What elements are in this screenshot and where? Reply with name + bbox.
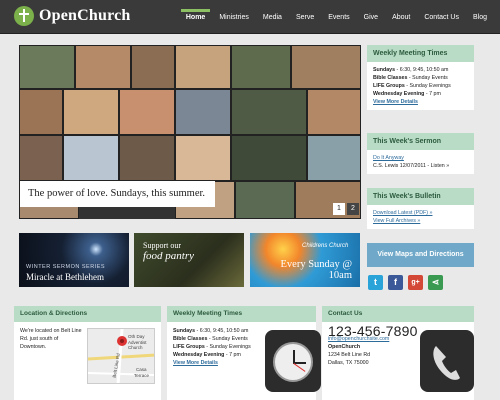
sermon-link[interactable]: Do It Anyway xyxy=(373,154,468,162)
contact-title: Contact Us xyxy=(322,306,474,322)
photo-tile xyxy=(307,89,361,135)
facebook-icon[interactable]: f xyxy=(388,275,403,290)
main-nav: Home Ministries Media Serve Events Give … xyxy=(179,0,494,34)
sidebar-bulletin: This Week's Bulletin Download Latest (PD… xyxy=(367,188,474,229)
nav-ministries[interactable]: Ministries xyxy=(212,0,256,34)
photo-tile xyxy=(63,135,119,181)
nav-home[interactable]: Home xyxy=(179,0,212,34)
photo-tile xyxy=(119,89,175,135)
nav-give[interactable]: Give xyxy=(357,0,385,34)
map-label: Oth Day xyxy=(128,334,145,339)
map-label: Adventist Church xyxy=(128,340,147,350)
promo-winter-sermon[interactable]: WINTER SERMON SERIES Miracle at Bethlehe… xyxy=(19,233,129,287)
photo-tile xyxy=(63,89,119,135)
bottom-meeting-title: Weekly Meeting Times xyxy=(167,306,316,322)
sidebar-bulletin-body: Download Latest (PDF) » View Full Archiv… xyxy=(367,205,474,229)
nav-about[interactable]: About xyxy=(385,0,417,34)
photo-tile xyxy=(175,135,231,181)
photo-tile xyxy=(231,89,307,135)
sidebar-sermon-body: Do It Anyway C.S. Lewis 12/07/2011 - Lis… xyxy=(367,150,474,174)
sidebar-sermon: This Week's Sermon Do It Anyway C.S. Lew… xyxy=(367,133,474,174)
photo-tile xyxy=(75,45,131,89)
promo-children-kicker: Childrens Church xyxy=(302,243,349,249)
promo-children-title: Every Sunday @ 10am xyxy=(280,259,353,281)
photo-tile xyxy=(175,89,231,135)
view-more-details-link[interactable]: View More Details xyxy=(373,98,468,106)
google-plus-icon[interactable]: g+ xyxy=(408,275,423,290)
clock-icon xyxy=(265,330,321,392)
sidebar-sermon-title: This Week's Sermon xyxy=(367,133,474,150)
sidebar-meeting-times: Weekly Meeting Times Sundays - 6:30, 9:4… xyxy=(367,45,474,110)
promo-winter-title: Miracle at Bethlehem xyxy=(26,272,104,282)
phone-graphic xyxy=(433,346,460,380)
photo-tile xyxy=(119,135,175,181)
photo-tile xyxy=(291,45,361,89)
download-bulletin-link[interactable]: Download Latest (PDF) » xyxy=(373,209,468,217)
meeting-line: Wednesday Evening - 7 pm xyxy=(373,91,441,97)
slide-pager-2[interactable]: 2 xyxy=(347,203,359,215)
meeting-line: LIFE Groups - Sunday Evenings xyxy=(373,83,451,89)
clock-face xyxy=(273,342,313,382)
nav-events[interactable]: Events xyxy=(321,0,356,34)
location-text: We're located on Belt Line Rd. just sout… xyxy=(20,328,82,350)
photo-tile xyxy=(19,89,63,135)
site-logo[interactable]: OpenChurch xyxy=(14,6,131,26)
slide-pager-1[interactable]: 1 xyxy=(333,203,345,215)
twitter-icon[interactable]: t xyxy=(368,275,383,290)
sidebar-meeting-body: Sundays - 6:30, 9:45, 10:50 am Bible Cla… xyxy=(367,62,474,110)
meeting-line: Bible Classes - Sunday Events xyxy=(373,75,448,81)
promo-childrens-church[interactable]: Childrens Church Every Sunday @ 10am xyxy=(250,233,360,287)
nav-blog[interactable]: Blog xyxy=(466,0,494,34)
photo-tile xyxy=(231,45,291,89)
photo-tile xyxy=(131,45,175,89)
photo-tile xyxy=(231,135,307,181)
nav-serve[interactable]: Serve xyxy=(289,0,321,34)
nav-media[interactable]: Media xyxy=(256,0,289,34)
site-name: OpenChurch xyxy=(39,7,131,24)
top-navigation-bar: OpenChurch Home Ministries Media Serve E… xyxy=(0,0,500,34)
promo-pantry-title: food pantry xyxy=(143,250,195,262)
phone-icon xyxy=(420,330,474,392)
sidebar-bulletin-title: This Week's Bulletin xyxy=(367,188,474,205)
sermon-meta[interactable]: C.S. Lewis 12/07/2011 - Listen » xyxy=(373,162,468,170)
meeting-line: Sundays - 6:30, 9:45, 10:50 am xyxy=(373,67,449,73)
photo-tile xyxy=(307,135,361,181)
photo-tile xyxy=(19,135,63,181)
location-title: Location & Directions xyxy=(14,306,161,322)
bulletin-archives-link[interactable]: View Full Archives » xyxy=(373,217,468,225)
location-map[interactable]: Oth Day Adventist Church Casa Terrace Be… xyxy=(87,328,155,384)
cross-logo-icon xyxy=(14,6,34,26)
hero-caption: The power of love. Sundays, this summer. xyxy=(20,181,215,207)
map-label: Terrace xyxy=(134,373,150,378)
map-label: Casa xyxy=(136,367,147,372)
promo-winter-kicker: WINTER SERMON SERIES xyxy=(26,264,106,270)
sidebar-meeting-title: Weekly Meeting Times xyxy=(367,45,474,62)
photo-tile xyxy=(235,181,295,219)
photo-tile xyxy=(19,45,75,89)
photo-tile xyxy=(175,45,231,89)
promo-pantry-kicker: Support our xyxy=(143,241,181,250)
nav-contact-us[interactable]: Contact Us xyxy=(417,0,466,34)
share-icon[interactable]: ⋖ xyxy=(428,275,443,290)
view-maps-button[interactable]: View Maps and Directions xyxy=(367,243,474,267)
promo-food-pantry[interactable]: Support our food pantry xyxy=(134,233,244,287)
